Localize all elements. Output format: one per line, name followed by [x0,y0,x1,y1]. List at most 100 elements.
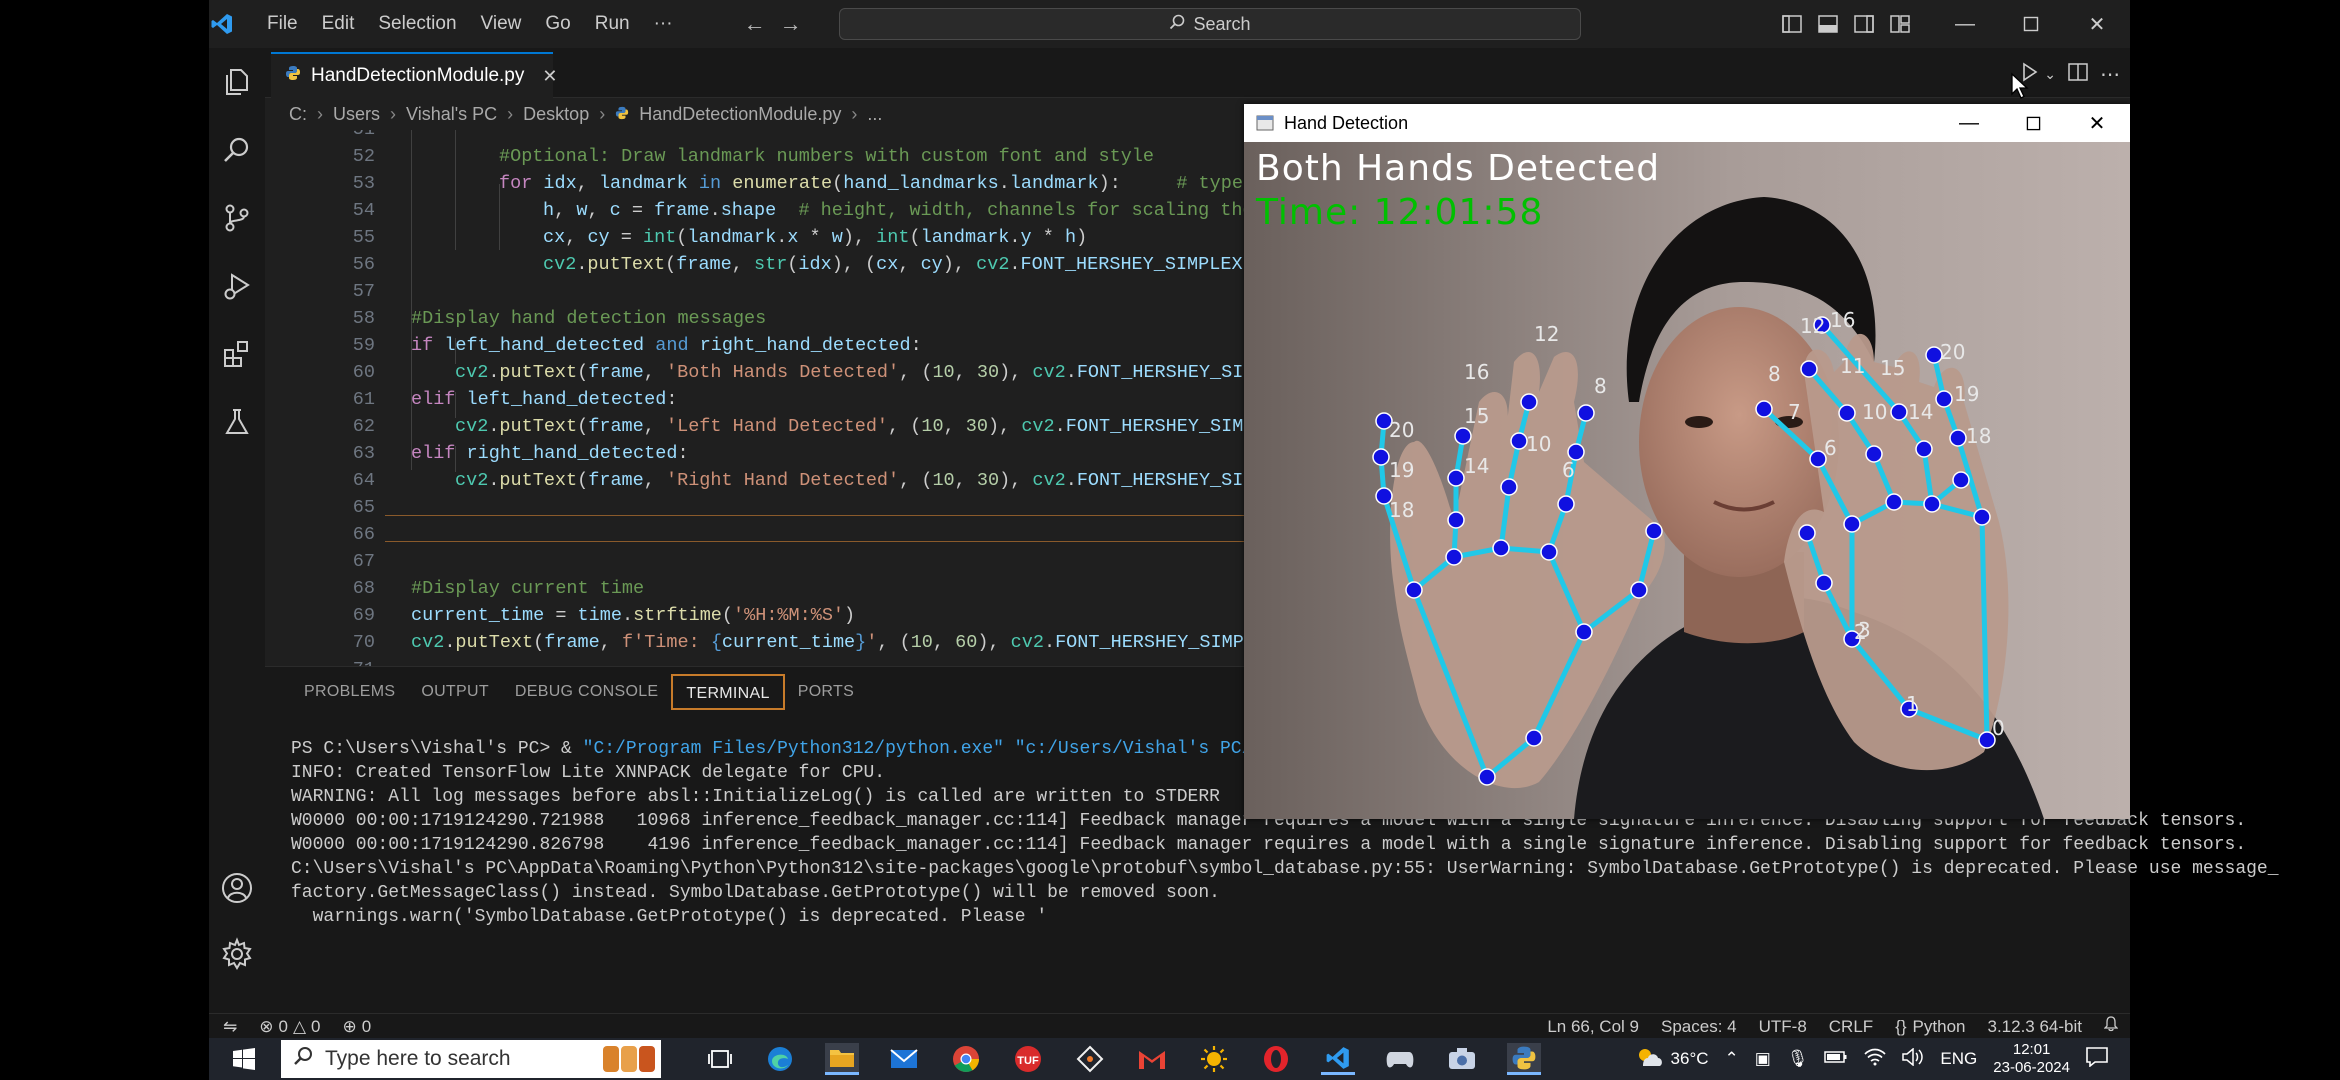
tab-debug-console[interactable]: DEBUG CONSOLE [502,674,672,710]
gmail-icon[interactable] [1135,1043,1169,1075]
vscode-logo-icon [209,11,235,37]
toggle-primary-sidebar-icon[interactable] [1774,0,1810,48]
python-interpreter[interactable]: 3.12.3 64-bit [1987,1017,2082,1037]
close-icon[interactable]: ✕ [2064,0,2130,48]
menu-file[interactable]: File [255,0,310,48]
menu-run[interactable]: Run [583,0,642,48]
weather-widget[interactable]: 36°C [1635,1046,1709,1073]
landmark-label: 2 [1854,620,1867,644]
terminal-command: "C:/Program Files/Python312/python.exe" … [582,739,1339,759]
game-controller-icon[interactable] [1383,1043,1417,1075]
clock[interactable]: 12:01 23-06-2024 [1993,1041,2070,1077]
notification-center-icon[interactable] [2086,1046,2108,1072]
landmark-label: 12 [1800,314,1826,338]
command-center-search[interactable]: Search [839,8,1581,40]
chevron-up-icon[interactable]: ⌃ [1725,1049,1739,1069]
landmark-label: 8 [1768,362,1781,386]
breadcrumb-item[interactable]: Vishal's PC [406,104,497,125]
breadcrumb-item[interactable]: Desktop [523,104,589,125]
battery-icon[interactable] [1824,1049,1848,1069]
weather-sun-icon[interactable] [1197,1043,1231,1075]
edge-browser-icon[interactable] [763,1043,797,1075]
indentation[interactable]: Spaces: 4 [1661,1017,1737,1037]
menu-selection[interactable]: Selection [366,0,468,48]
accounts-icon[interactable] [219,870,255,906]
source-control-icon[interactable] [219,200,255,236]
problems-status[interactable]: ⊗ 0 △ 0 [251,1017,320,1037]
landmark-label: 11 [1840,354,1866,378]
menu-more[interactable]: ··· [642,0,685,48]
tab-close-icon[interactable]: ✕ [542,66,557,87]
testing-icon[interactable] [219,404,255,440]
hand-detection-titlebar[interactable]: Hand Detection — ✕ [1244,104,2130,142]
forward-arrow-icon[interactable]: → [773,11,809,37]
tab-output[interactable]: OUTPUT [408,674,502,710]
menu-edit[interactable]: Edit [310,0,367,48]
notifications-bell-icon[interactable] [2103,1016,2119,1037]
python-file-icon [615,104,629,125]
antenna-icon: ⊕ [342,1016,357,1036]
hand-detection-window[interactable]: Hand Detection — ✕ 12 16 15 20 19 14 10 … [1244,104,2130,819]
extensions-icon[interactable] [219,336,255,372]
close-icon[interactable]: ✕ [2065,104,2129,142]
search-icon[interactable] [219,132,255,168]
meet-now-icon[interactable]: ▣ [1755,1049,1771,1069]
minimize-icon[interactable]: — [1932,0,1998,48]
maximize-icon[interactable] [2001,104,2065,142]
menu-go[interactable]: Go [533,0,582,48]
minimize-icon[interactable]: — [1937,104,2001,142]
tab-problems[interactable]: PROBLEMS [291,674,408,710]
file-explorer-icon[interactable] [825,1043,859,1075]
activity-bar [209,48,265,1013]
overlay-time-text: Time: 12:01:58 [1256,192,1544,233]
remote-indicator-icon[interactable]: ⇋ [209,1017,251,1037]
landmark-label: 0 [1992,716,2005,740]
split-editor-icon[interactable] [2068,62,2088,86]
back-arrow-icon[interactable]: ← [737,11,773,37]
language-mode[interactable]: {} Python [1895,1017,1965,1037]
chrome-icon[interactable] [949,1043,983,1075]
clock-date: 23-06-2024 [1993,1059,2070,1076]
customize-layout-icon[interactable] [1882,0,1918,48]
tab-terminal[interactable]: TERMINAL [671,674,785,710]
toggle-panel-icon[interactable] [1810,0,1846,48]
breadcrumb-item[interactable]: ... [867,104,882,125]
more-actions-icon[interactable]: ⋯ [2100,62,2120,87]
mail-icon[interactable] [887,1043,921,1075]
volume-icon[interactable] [1902,1046,1924,1071]
tab-handdetectionmodule[interactable]: HandDetectionModule.py ✕ [271,52,557,98]
microphone-icon[interactable]: 🎙 [1787,1049,1809,1069]
breadcrumb-item[interactable]: HandDetectionModule.py [639,104,841,125]
maximize-icon[interactable] [1998,0,2064,48]
toggle-secondary-sidebar-icon[interactable] [1846,0,1882,48]
snipping-tool-icon[interactable] [1445,1043,1479,1075]
task-view-icon[interactable] [703,1043,737,1075]
weather-cloud-icon [1635,1046,1663,1073]
breadcrumb-item[interactable]: Users [333,104,380,125]
tab-label: HandDetectionModule.py [311,65,525,86]
ports-status[interactable]: ⊕ 0 [321,1017,372,1037]
windows-start-icon[interactable] [227,1043,261,1075]
line-ending[interactable]: CRLF [1829,1017,1873,1037]
landmark-label: 18 [1389,498,1415,522]
breadcrumb-item[interactable]: C: [289,104,307,125]
chevron-down-icon[interactable]: ⌄ [2044,66,2056,83]
python-taskbar-icon[interactable] [1507,1043,1541,1075]
taskbar-search-box[interactable]: Type here to search [281,1040,661,1078]
cursor-position[interactable]: Ln 66, Col 9 [1547,1017,1639,1037]
tuf-app-icon[interactable]: TUF [1011,1043,1045,1075]
landmark-label: 14 [1908,400,1934,424]
wifi-icon[interactable] [1864,1048,1887,1071]
landmark-label: 16 [1830,308,1856,332]
encoding[interactable]: UTF-8 [1759,1017,1807,1037]
app-window-icon [1256,115,1274,136]
git-app-icon[interactable] [1073,1043,1107,1075]
opera-icon[interactable] [1259,1043,1293,1075]
input-language[interactable]: ENG [1940,1049,1977,1069]
tab-ports[interactable]: PORTS [785,674,867,710]
settings-gear-icon[interactable] [219,936,255,972]
menu-view[interactable]: View [469,0,534,48]
run-debug-icon[interactable] [219,268,255,304]
explorer-icon[interactable] [219,64,255,100]
vscode-taskbar-icon[interactable] [1321,1043,1355,1075]
